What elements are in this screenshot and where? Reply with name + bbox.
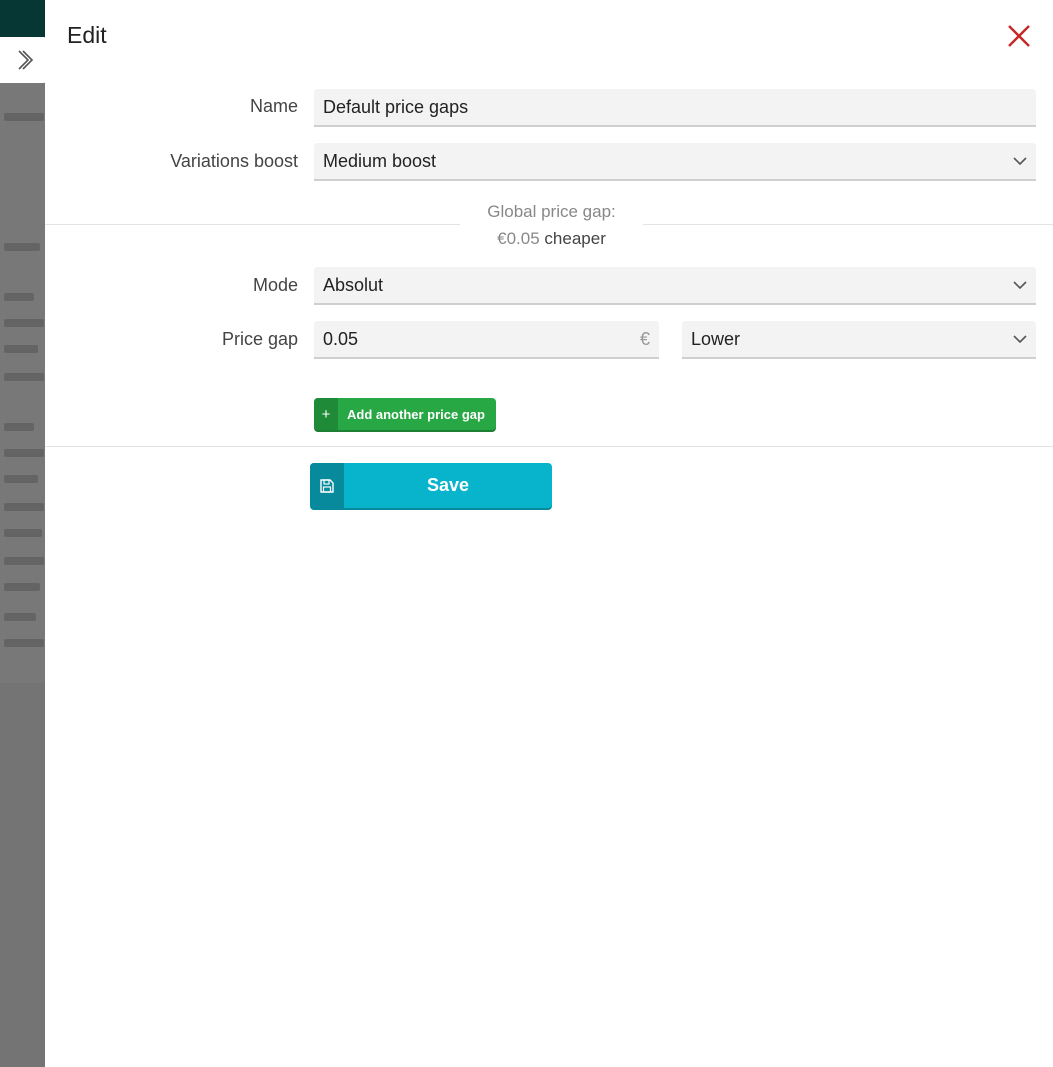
variations-boost-label: Variations boost — [170, 151, 298, 171]
name-label: Name — [249, 96, 298, 116]
variations-boost-select[interactable]: Medium boost — [314, 143, 1036, 181]
price-direction-value: Lower — [691, 328, 741, 349]
global-price-gap-info: Global price gap: €0.05 cheaper — [460, 198, 643, 252]
save-icon — [310, 463, 344, 508]
global-price-gap-label: Global price gap: — [487, 202, 616, 221]
price-direction-select[interactable]: Lower — [682, 321, 1036, 359]
mode-value: Absolut — [323, 274, 384, 295]
add-price-gap-button[interactable]: + Add another price gap — [314, 398, 496, 430]
chevron-down-icon — [1013, 280, 1027, 289]
global-price-gap-suffix: cheaper — [544, 229, 606, 248]
variations-boost-value: Medium boost — [323, 150, 437, 171]
plus-icon: + — [314, 398, 338, 430]
currency-suffix: € — [639, 328, 650, 349]
footer-divider — [45, 446, 1053, 447]
add-price-gap-label: Add another price gap — [347, 406, 485, 422]
chevron-right-icon — [17, 50, 33, 70]
price-gap-value: 0.05 — [323, 328, 359, 349]
mode-label: Mode — [252, 275, 298, 295]
close-icon[interactable] — [1005, 22, 1033, 50]
panel-title: Edit — [67, 22, 107, 48]
price-gap-label: Price gap — [221, 329, 298, 349]
edit-panel: Edit Name Default price gaps Variations … — [45, 0, 1053, 1067]
chevron-down-icon — [1013, 334, 1027, 343]
chevron-down-icon — [1013, 156, 1027, 165]
mode-select[interactable]: Absolut — [314, 267, 1036, 305]
save-label: Save — [426, 475, 470, 495]
sidebar-toggle-button[interactable] — [0, 37, 49, 83]
global-price-gap-amount: €0.05 — [497, 229, 540, 248]
name-input-value: Default price gaps — [323, 96, 469, 117]
price-gap-input[interactable]: 0.05 € — [314, 321, 659, 359]
save-button[interactable]: Save — [310, 463, 552, 508]
name-input[interactable]: Default price gaps — [314, 89, 1036, 127]
